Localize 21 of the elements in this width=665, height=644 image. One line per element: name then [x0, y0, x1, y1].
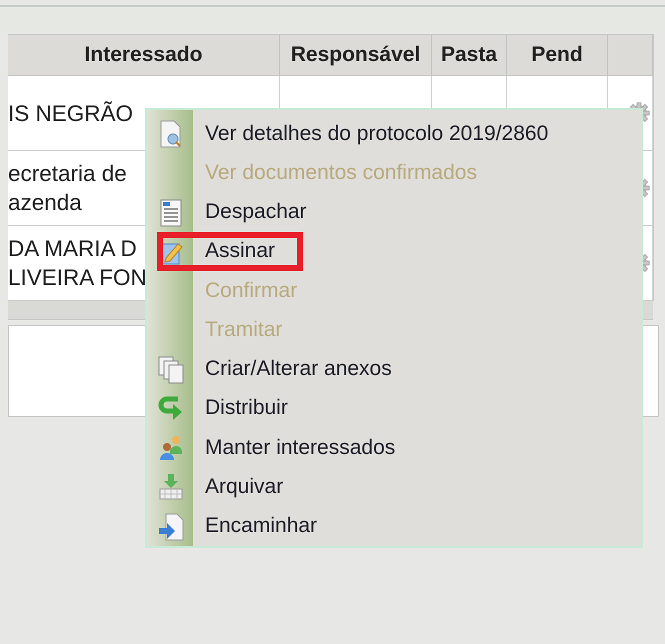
column-header: Pasta: [432, 35, 507, 75]
menu-item[interactable]: Distribuir: [147, 388, 641, 428]
document-list-icon: [158, 198, 184, 227]
forward-document-icon: [158, 512, 184, 541]
column-header: Pend: [507, 35, 608, 75]
menu-item[interactable]: Arquivar: [147, 467, 641, 507]
table-cell-text: DA MARIA D LIVEIRA FON: [8, 235, 147, 292]
menu-item[interactable]: Criar/Alterar anexos: [147, 350, 641, 389]
table-cell-text: ecretaria de azenda: [8, 160, 127, 217]
arrow-icon: [158, 394, 184, 423]
menu-item[interactable]: Manter interessados: [147, 428, 641, 468]
copies-icon: [158, 356, 184, 384]
column-header: Interessado: [8, 35, 280, 75]
table-cell-text: IS NEGRÃO: [8, 100, 134, 128]
archive-icon: [158, 473, 184, 502]
menu-item[interactable]: Despachar: [147, 192, 641, 232]
menu-item[interactable]: Ver detalhes do protocolo 2019/2860: [147, 114, 641, 154]
column-header: Responsável: [280, 35, 432, 75]
people-icon: [158, 434, 184, 462]
menu-item[interactable]: Assinar: [147, 232, 641, 272]
menu-item[interactable]: Encaminhar: [147, 506, 641, 546]
